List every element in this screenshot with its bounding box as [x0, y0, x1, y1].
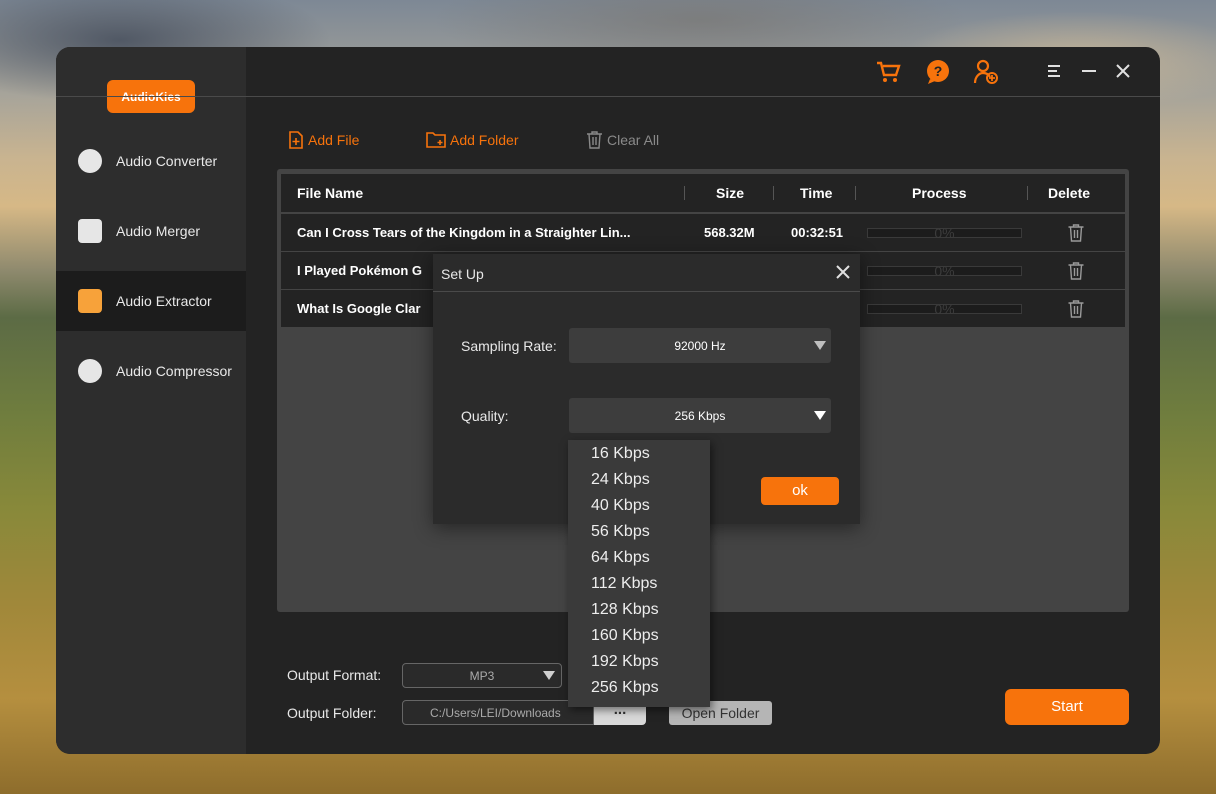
- start-button[interactable]: Start: [1005, 689, 1129, 725]
- delete-icon[interactable]: [1067, 224, 1085, 242]
- sidebar-item-label: Audio Compressor: [116, 363, 232, 379]
- column-divider: [855, 186, 856, 200]
- quality-option[interactable]: 160 Kbps: [591, 623, 659, 649]
- quality-option[interactable]: 16 Kbps: [591, 441, 650, 467]
- sidebar-item-label: Audio Merger: [116, 223, 201, 239]
- add-folder-label: Add Folder: [450, 132, 519, 148]
- add-folder-button[interactable]: Add Folder: [426, 129, 518, 151]
- trash-icon: [587, 131, 602, 149]
- ok-button[interactable]: ok: [761, 477, 839, 505]
- clear-all-label: Clear All: [607, 132, 660, 148]
- delete-icon[interactable]: [1067, 262, 1085, 280]
- user-add-icon[interactable]: [973, 59, 999, 85]
- add-file-icon: [289, 131, 303, 149]
- sampling-rate-label: Sampling Rate:: [461, 338, 557, 354]
- minimize-icon[interactable]: [1079, 61, 1099, 81]
- sidebar-item-label: Audio Extractor: [116, 293, 212, 309]
- quality-option[interactable]: 40 Kbps: [591, 493, 650, 519]
- progress-bar: 0%: [867, 302, 1022, 316]
- quality-select[interactable]: 256 Kbps: [569, 398, 831, 433]
- sidebar-item-audio-extractor[interactable]: Audio Extractor: [56, 271, 246, 331]
- add-file-button[interactable]: Add File: [288, 129, 359, 151]
- col-time: Time: [800, 185, 833, 201]
- file-size: 568.32M: [704, 225, 755, 240]
- chevron-down-icon: [543, 671, 555, 680]
- sidebar-item-audio-merger[interactable]: Audio Merger: [56, 201, 246, 261]
- add-folder-icon: [426, 132, 446, 148]
- clear-all-button[interactable]: Clear All: [586, 129, 659, 151]
- file-name: Can I Cross Tears of the Kingdom in a St…: [297, 225, 631, 240]
- table-row[interactable]: Can I Cross Tears of the Kingdom in a St…: [281, 214, 1125, 251]
- add-file-label: Add File: [308, 132, 360, 148]
- cart-icon[interactable]: [875, 59, 901, 85]
- file-time: 00:32:51: [791, 225, 844, 240]
- col-file-name: File Name: [297, 185, 364, 201]
- output-folder-field[interactable]: C:/Users/LEI/Downloads: [402, 700, 594, 725]
- col-delete: Delete: [1048, 185, 1091, 201]
- output-folder-label: Output Folder:: [287, 705, 377, 721]
- sidebar-item-audio-compressor[interactable]: Audio Compressor: [56, 341, 246, 401]
- svg-text:?: ?: [934, 63, 943, 79]
- header-divider: [56, 96, 1160, 97]
- audio-compressor-icon: [78, 359, 102, 383]
- dialog-close-icon[interactable]: [832, 261, 854, 283]
- dialog-divider: [433, 291, 860, 292]
- output-format-label: Output Format:: [287, 667, 382, 683]
- quality-option[interactable]: 56 Kbps: [591, 519, 650, 545]
- quality-option[interactable]: 128 Kbps: [591, 597, 659, 623]
- column-divider: [1027, 186, 1028, 200]
- quality-option[interactable]: 64 Kbps: [591, 545, 650, 571]
- sampling-rate-select[interactable]: 92000 Hz: [569, 328, 831, 363]
- column-divider: [773, 186, 774, 200]
- quality-value: 256 Kbps: [674, 408, 726, 423]
- quality-label: Quality:: [461, 408, 509, 424]
- audio-extractor-icon: [78, 289, 102, 313]
- sampling-rate-value: 92000 Hz: [674, 338, 726, 353]
- col-process: Process: [912, 185, 967, 201]
- quality-option[interactable]: 256 Kbps: [591, 675, 659, 701]
- dialog-title: Set Up: [441, 266, 484, 282]
- close-icon[interactable]: [1113, 61, 1133, 81]
- progress-bar: 0%: [867, 226, 1022, 240]
- quality-option[interactable]: 24 Kbps: [591, 467, 650, 493]
- sidebar-item-audio-converter[interactable]: Audio Converter: [56, 131, 246, 191]
- table-header: File Name Size Time Process Delete: [281, 174, 1125, 212]
- audio-merger-icon: [78, 219, 102, 243]
- column-divider: [684, 186, 685, 200]
- sidebar: AudioKies Audio Converter Audio Merger A…: [56, 47, 246, 754]
- audio-converter-icon: [78, 149, 102, 173]
- output-format-value: MP3: [469, 668, 495, 683]
- sidebar-item-label: Audio Converter: [116, 153, 218, 169]
- col-size: Size: [716, 185, 745, 201]
- progress-bar: 0%: [867, 264, 1022, 278]
- output-format-select[interactable]: MP3: [402, 663, 562, 688]
- help-icon[interactable]: ?: [925, 59, 951, 85]
- chevron-down-icon: [814, 411, 826, 420]
- chevron-down-icon: [814, 341, 826, 350]
- menu-icon[interactable]: [1044, 61, 1064, 81]
- quality-option[interactable]: 112 Kbps: [591, 571, 657, 597]
- delete-icon[interactable]: [1067, 300, 1085, 318]
- quality-option[interactable]: 192 Kbps: [591, 649, 659, 675]
- quality-dropdown-list: 16 Kbps 24 Kbps 40 Kbps 56 Kbps 64 Kbps …: [568, 440, 710, 707]
